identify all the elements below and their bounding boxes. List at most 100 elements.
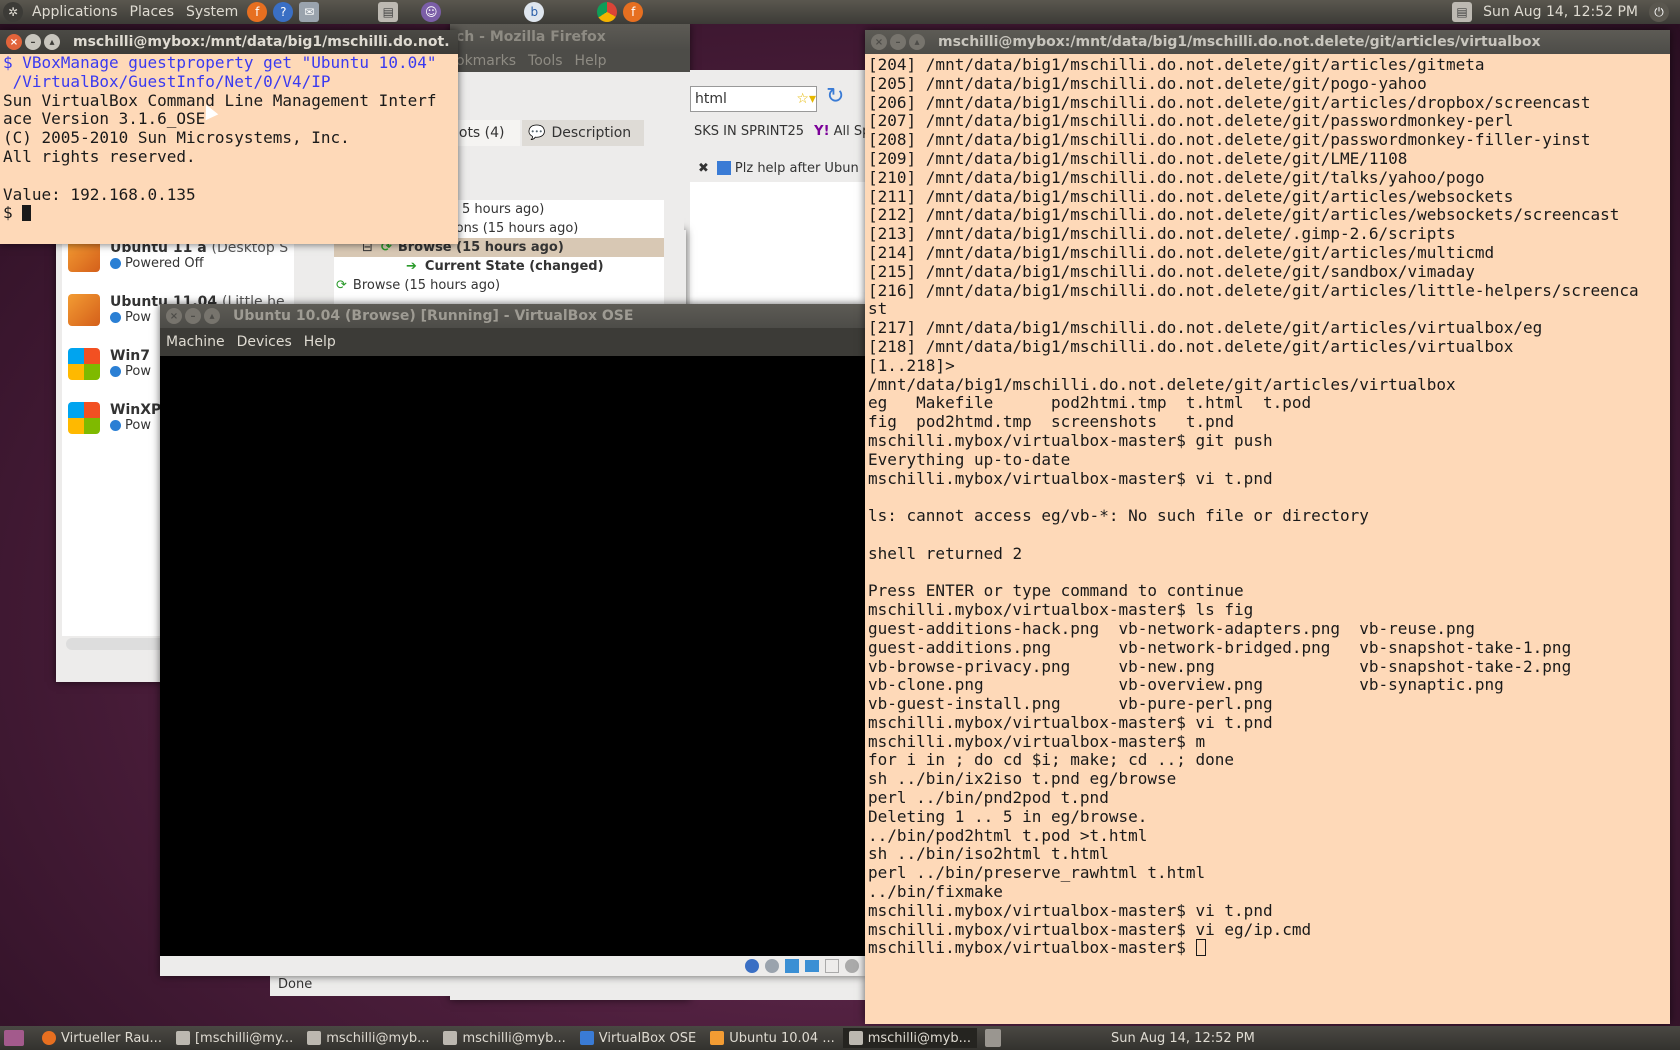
terminal-line: vb-guest-install.png vb-pure-perl.png [868, 694, 1273, 714]
terminal-line: eg Makefile pod2htmi.tmp t.html t.pod [868, 393, 1312, 413]
tab-snapshots[interactable]: hots (4) [450, 120, 520, 146]
firefox-icon[interactable]: f [623, 2, 644, 22]
minimize-icon[interactable]: – [185, 308, 201, 324]
vm-display[interactable] [160, 356, 865, 956]
output-line: ace Version 3.1.6_OSE [3, 109, 206, 129]
network-icon[interactable] [785, 959, 799, 973]
task-label: mschilli@myb... [462, 1030, 566, 1046]
reload-icon[interactable]: ↻ [826, 84, 844, 109]
menu-devices[interactable]: Devices [231, 334, 298, 350]
command-line: /VirtualBox/GuestInfo/Net/0/V4/IP [3, 71, 331, 91]
maximize-icon[interactable]: ▴ [909, 34, 925, 50]
top-clock[interactable]: Sun Aug 14, 12:52 PM [1483, 4, 1638, 20]
menu-help[interactable]: Help [298, 334, 342, 350]
cd-icon[interactable] [765, 959, 779, 973]
large-terminal-titlebar[interactable]: × – ▴ mschilli@mybox:/mnt/data/big1/msch… [865, 30, 1670, 54]
shared-folder-icon[interactable] [805, 960, 819, 972]
firefox-menu-bookmarks[interactable]: okmarks [450, 53, 522, 69]
prompt: mschilli.mybox/virtualbox-master$ [868, 938, 1196, 958]
task-terminal-3[interactable]: mschilli@myb... [437, 1028, 571, 1048]
vbox-vm-title: Ubuntu 10.04 (Browse) [Running] - Virtua… [233, 308, 634, 324]
menu-machine[interactable]: Machine [160, 334, 231, 350]
bookmark-sprint[interactable]: SKS IN SPRINT25 [694, 124, 804, 139]
printer-icon[interactable]: ▤ [378, 2, 399, 22]
small-terminal-window: × – ▴ mschilli@mybox:/mnt/data/big1/msch… [0, 30, 458, 244]
minimize-icon[interactable]: – [25, 34, 41, 50]
terminal-line: [209] /mnt/data/big1/mschilli.do.not.del… [868, 148, 1408, 168]
printer-status-icon[interactable]: ▤ [1452, 2, 1473, 22]
snapshot-label: Current State (changed) [424, 259, 604, 274]
virtualbox-vm-task-icon [710, 1031, 725, 1045]
bookmark-all[interactable]: All Spr [834, 124, 865, 139]
large-terminal-content[interactable]: [204] /mnt/data/big1/mschilli.do.not.del… [865, 54, 1670, 1024]
firefox-titlebar[interactable]: ch - Mozilla Firefox [450, 24, 690, 50]
terminal-line: [207] /mnt/data/big1/mschilli.do.not.del… [868, 111, 1514, 131]
menu-system[interactable]: System [180, 4, 244, 20]
virtualbox-task-icon [579, 1031, 594, 1045]
terminal-line: sh ../bin/iso2html t.html [868, 844, 1109, 864]
trash-icon[interactable] [985, 1029, 1001, 1047]
tab-close-icon[interactable]: ✖ [698, 161, 709, 176]
terminal-line: [211] /mnt/data/big1/mschilli.do.not.del… [868, 186, 1514, 206]
terminal-line: [210] /mnt/data/big1/mschilli.do.not.del… [868, 167, 1485, 187]
terminal-task-icon [848, 1031, 863, 1045]
snapshot-item[interactable]: ⟳ Browse (15 hours ago) [334, 276, 664, 295]
close-icon[interactable]: × [871, 34, 887, 50]
vbox-vm-window: × – ▴ Ubuntu 10.04 (Browse) [Running] - … [160, 304, 865, 976]
terminal-line: Deleting 1 .. 5 in eg/browse. [868, 806, 1148, 826]
small-terminal-titlebar[interactable]: × – ▴ mschilli@mybox:/mnt/data/big1/msch… [0, 30, 458, 54]
maximize-icon[interactable]: ▴ [44, 34, 60, 50]
menu-places[interactable]: Places [124, 4, 181, 20]
terminal-line: mschilli.mybox/virtualbox-master$ vi t.p… [868, 900, 1273, 920]
firefox-menu-tools[interactable]: Tools [522, 53, 569, 69]
power-icon[interactable]: ⏻ [1649, 2, 1669, 22]
firefox-urlbar[interactable]: html ☆▾ [690, 86, 817, 112]
firefox-menubar: okmarks Tools Help [450, 50, 690, 72]
ubuntu-logo-icon[interactable]: ✲ [3, 2, 23, 22]
windows7-icon [68, 348, 100, 380]
firefox-status: Done [278, 976, 313, 992]
task-ubuntu-vm[interactable]: Ubuntu 10.04 ... [704, 1028, 840, 1048]
bottom-clock[interactable]: Sun Aug 14, 12:52 PM [1111, 1031, 1255, 1046]
snapshot-label: 5 hours ago) [462, 202, 545, 217]
bookmark-yahoo-icon: Y! [814, 124, 830, 139]
mail-icon[interactable]: ✉ [299, 2, 320, 22]
vm-name: WinXP [110, 402, 162, 418]
terminal-cursor [1195, 939, 1206, 957]
mouse-integration-icon[interactable] [845, 959, 859, 973]
terminal-line: [217] /mnt/data/big1/mschilli.do.not.del… [868, 318, 1543, 338]
snapshot-current-state[interactable]: ➔ Current State (changed) [334, 257, 664, 276]
terminal-line: guest-additions-hack.png vb-network-adap… [868, 618, 1475, 638]
display-icon[interactable] [825, 959, 839, 973]
small-terminal-content[interactable]: $ VBoxManage guestproperty get "Ubuntu 1… [0, 54, 458, 244]
vbox-vm-titlebar[interactable]: × – ▴ Ubuntu 10.04 (Browse) [Running] - … [160, 304, 865, 328]
bookmark-star-icon[interactable]: ☆▾ [796, 91, 816, 107]
task-virtualbox[interactable]: VirtualBox OSE [574, 1028, 702, 1048]
close-icon[interactable]: × [166, 308, 182, 324]
firefox-menu-help[interactable]: Help [569, 53, 613, 69]
task-terminal-2[interactable]: mschilli@myb... [301, 1028, 435, 1048]
chrome-icon[interactable] [597, 2, 618, 22]
app-launcher-icon[interactable]: b [524, 2, 545, 22]
maximize-icon[interactable]: ▴ [204, 308, 220, 324]
vm-item-ubuntu11a[interactable]: Ubuntu 11 a (Desktop S Powered Off [62, 236, 294, 290]
snapshot-label: ions (15 hours ago) [452, 221, 579, 236]
help-icon[interactable]: ? [273, 2, 294, 22]
task-label: [mschilli@my... [194, 1030, 294, 1046]
terminal-line: ../bin/pod2html t.pod >t.html [868, 825, 1148, 845]
terminal-line: [215] /mnt/data/big1/mschilli.do.not.del… [868, 261, 1475, 281]
firefox-tab[interactable]: ✖ Plz help after Ubun [690, 156, 865, 180]
terminal-line: [1..218]> [868, 355, 955, 375]
pidgin-icon[interactable]: ☺ [421, 2, 442, 22]
firefox-launcher-icon[interactable]: f [247, 2, 268, 22]
menu-applications[interactable]: Applications [26, 4, 124, 20]
show-desktop-icon[interactable] [4, 1030, 24, 1046]
task-terminal-1[interactable]: [mschilli@my... [170, 1028, 299, 1048]
minimize-icon[interactable]: – [890, 34, 906, 50]
terminal-line: guest-additions.png vb-network-bridged.p… [868, 637, 1572, 657]
close-icon[interactable]: × [6, 34, 22, 50]
hdd-icon[interactable] [745, 959, 759, 973]
tab-description[interactable]: 💬 Description [522, 120, 644, 146]
task-firefox[interactable]: Virtueller Rau... [36, 1028, 168, 1048]
task-terminal-4[interactable]: mschilli@myb... [842, 1028, 977, 1048]
